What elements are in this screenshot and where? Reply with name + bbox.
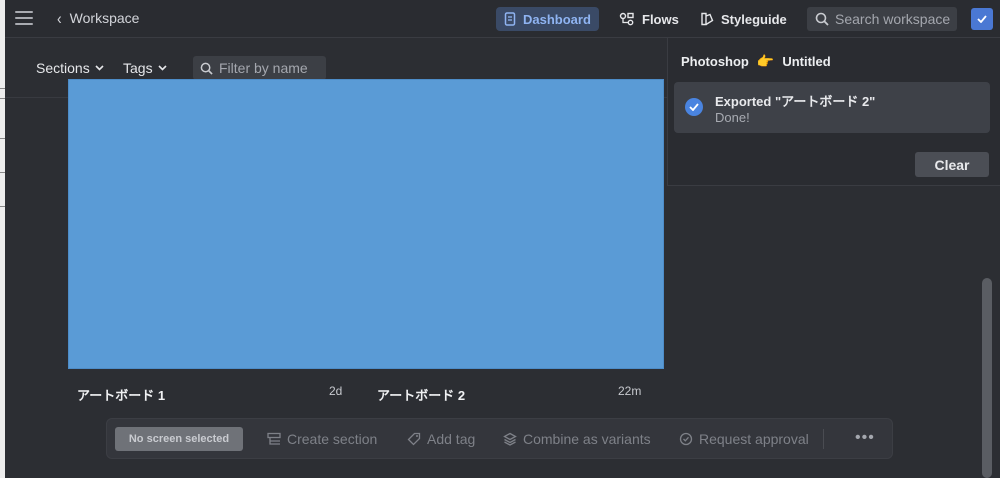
flows-icon [619,12,634,26]
add-tag-button[interactable]: Add tag [407,431,475,447]
search-icon [815,12,829,26]
hamburger-menu-icon[interactable] [15,11,33,25]
tab-dashboard[interactable]: Dashboard [496,7,599,31]
checkmark-icon [977,15,987,23]
request-approval-label: Request approval [699,431,809,447]
artboard-updated-time: 2d [329,384,343,398]
search-workspace-input[interactable]: Search workspace [807,7,957,31]
notifications-button[interactable] [971,8,993,30]
combine-as-variants-label: Combine as variants [523,431,651,447]
selection-toolbar: No screen selected Create section Add ta… [106,418,893,459]
notification-title: Exported "アートボード 2" [715,94,876,109]
more-options-icon[interactable]: ••• [855,429,875,447]
create-section-button[interactable]: Create section [267,431,377,447]
chevron-left-icon: ‹ [57,8,62,28]
artboard-name[interactable]: アートボード 1 [77,385,165,404]
create-section-icon [267,432,281,445]
filter-placeholder: Filter by name [219,60,308,76]
styleguide-icon [701,12,714,26]
artboard-thumbnail[interactable] [68,79,664,369]
app-window: ‹ Workspace Dashboard Flows Styleguide S… [5,0,1000,478]
tab-flows-label: Flows [642,11,679,27]
tags-dropdown[interactable]: Tags [123,60,167,76]
search-placeholder: Search workspace [835,11,951,27]
panel-header: Photoshop 👉 Untitled [681,53,831,70]
scrollbar-thumb[interactable] [982,278,992,478]
success-check-icon [685,98,703,116]
pointing-hand-icon: 👉 [756,53,775,69]
back-to-workspace-link[interactable]: ‹ Workspace [57,8,140,28]
notification-status: Done! [715,110,750,125]
tab-styleguide-label: Styleguide [721,11,787,27]
approval-check-icon [679,432,693,446]
selection-status-badge: No screen selected [115,427,243,451]
notifications-panel: Photoshop 👉 Untitled Exported "アートボード 2"… [667,38,1000,186]
sections-label: Sections [36,60,90,76]
search-icon [200,62,213,75]
tag-icon [407,432,421,446]
tags-label: Tags [123,60,153,76]
chevron-down-icon [95,65,104,71]
chevron-down-icon [158,65,167,71]
tab-dashboard-label: Dashboard [523,11,591,27]
sections-dropdown[interactable]: Sections [36,60,104,76]
combine-as-variants-button[interactable]: Combine as variants [503,431,651,447]
workspace-title: Workspace [69,10,140,26]
artboard-name[interactable]: アートボード 2 [377,385,465,404]
tab-flows[interactable]: Flows [611,7,687,31]
document-name: Untitled [782,54,831,69]
add-tag-label: Add tag [427,431,476,447]
tab-styleguide[interactable]: Styleguide [692,7,795,31]
request-approval-button[interactable]: Request approval [679,431,809,447]
notification-item[interactable]: Exported "アートボード 2" Done! [674,82,990,133]
layers-icon [503,432,517,446]
artboard-updated-time: 22m [618,384,642,398]
toolbar-divider [823,429,824,449]
top-bar: ‹ Workspace Dashboard Flows Styleguide S… [5,0,1000,38]
filter-by-name-input[interactable]: Filter by name [193,56,326,80]
clear-button[interactable]: Clear [915,152,989,177]
create-section-label: Create section [287,431,378,447]
scrollbar[interactable] [982,186,992,478]
source-app-name: Photoshop [681,54,749,69]
document-icon [504,12,516,26]
